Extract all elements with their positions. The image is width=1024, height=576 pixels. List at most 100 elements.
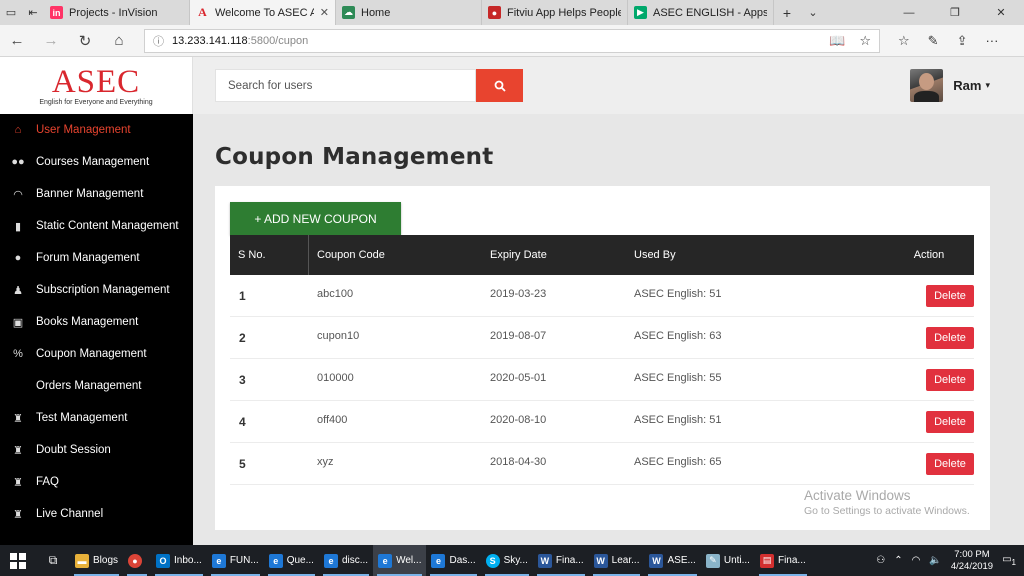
taskbar-item[interactable]: O Inbo... <box>151 545 207 576</box>
taskbar-item-label: ASE... <box>667 555 696 566</box>
notification-icon[interactable]: ▭1 <box>1002 554 1016 567</box>
taskbar-item-active[interactable]: e Wel... <box>373 545 427 576</box>
user-menu[interactable]: Ram ▾ <box>910 69 990 102</box>
restore-icon[interactable]: ❐ <box>932 0 978 25</box>
share-icon[interactable]: ⇪ <box>957 33 968 49</box>
taskbar-item-label: Lear... <box>611 555 640 566</box>
set-aside-tabs-icon[interactable]: ⇤ <box>22 0 44 25</box>
activate-windows-watermark: Activate Windows Go to Settings to activ… <box>804 488 970 517</box>
pen-icon[interactable]: ✎ <box>928 33 939 49</box>
search-input[interactable] <box>215 69 476 102</box>
sidebar-item-label: Static Content Management <box>36 220 179 232</box>
trophy-icon: ♜ <box>13 444 23 457</box>
delete-button[interactable]: Delete <box>926 368 974 391</box>
sidebar-item-orders-management[interactable]: Orders Management <box>0 370 193 402</box>
taskbar-item-label: Blogs <box>93 555 119 566</box>
taskbar-item[interactable]: ▤ Fina... <box>755 545 811 576</box>
tab-title: Home <box>361 6 391 19</box>
sidebar-item-doubt-session[interactable]: ♜ Doubt Session <box>0 434 193 466</box>
cell-sno: 4 <box>239 414 246 429</box>
tab-actions-icon[interactable]: ▭ <box>0 0 22 25</box>
close-tab-icon[interactable]: ✕ <box>320 6 329 19</box>
reading-view-icon[interactable]: 📖 <box>829 33 845 49</box>
column-header-sno: S No. <box>230 235 309 275</box>
tab-list-chevron-icon[interactable]: ⌄ <box>800 0 826 25</box>
sidebar-item-courses-management[interactable]: ●● Courses Management <box>0 146 193 178</box>
address-bar[interactable]: ⓘ 13.233.141.118:5800/cupon 📖 ☆ <box>144 28 880 53</box>
sidebar-item-live-channel[interactable]: ♜ Live Channel <box>0 498 193 530</box>
site-info-icon[interactable]: ⓘ <box>153 33 164 49</box>
delete-button[interactable]: Delete <box>926 326 974 349</box>
sidebar-item-subscription-management[interactable]: ♟ Subscription Management <box>0 274 193 306</box>
delete-button[interactable]: Delete <box>926 410 974 433</box>
taskbar-item[interactable]: W ASE... <box>644 545 700 576</box>
sidebar-item-books-management[interactable]: ▣ Books Management <box>0 306 193 338</box>
sidebar-item-faq[interactable]: ♜ FAQ <box>0 466 193 498</box>
browser-tab[interactable]: ▶ ASEC ENGLISH - Apps on G <box>628 0 774 25</box>
sidebar-item-forum-management[interactable]: ● Forum Management <box>0 242 193 274</box>
forward-icon[interactable]: → <box>34 32 68 49</box>
sidebar-item-label: Forum Management <box>36 252 140 264</box>
cell-coupon-code: 010000 <box>317 372 354 384</box>
new-tab-icon[interactable]: + <box>774 0 800 25</box>
add-new-coupon-button[interactable]: + ADD NEW COUPON <box>230 202 401 235</box>
taskbar-item[interactable]: W Fina... <box>533 545 589 576</box>
sidebar-item-static-content-management[interactable]: ▮ Static Content Management <box>0 210 193 242</box>
users-icon: ●● <box>11 156 25 168</box>
browser-tab-active[interactable]: A Welcome To ASEC Adm ✕ <box>190 0 336 25</box>
coupon-table: S No. Coupon Code Expiry Date Used By Ac… <box>230 235 974 485</box>
windows-start-icon[interactable] <box>0 552 36 569</box>
page-title: Coupon Management <box>215 144 494 170</box>
show-hidden-icons-icon[interactable]: ⌃ <box>894 555 902 566</box>
logo-text: ASEC <box>51 64 141 100</box>
browser-tab[interactable]: ● Fitviu App Helps People to I <box>482 0 628 25</box>
taskbar-item[interactable]: e FUN... <box>207 545 264 576</box>
taskbar-item[interactable]: ▬ Blogs <box>70 545 123 576</box>
sidebar-item-label: Live Channel <box>36 508 104 520</box>
more-icon[interactable]: ··· <box>985 33 998 49</box>
sidebar-item-label: Test Management <box>36 412 128 424</box>
task-view-icon[interactable]: ⧉ <box>36 553 70 568</box>
sidebar-item-coupon-management[interactable]: % Coupon Management <box>0 338 193 370</box>
tab-title: Fitviu App Helps People to I <box>507 6 621 19</box>
wifi-icon[interactable]: ◠ <box>912 555 921 566</box>
people-icon[interactable]: ⚇ <box>876 555 885 566</box>
home-browser-icon[interactable]: ⌂ <box>102 32 136 49</box>
favorite-star-icon[interactable]: ☆ <box>859 33 871 49</box>
sidebar-item-user-management[interactable]: ⌂ User Management <box>0 114 193 146</box>
browser-tab[interactable]: in Projects - InVision <box>44 0 190 25</box>
back-icon[interactable]: ← <box>0 32 34 49</box>
edge-icon: e <box>268 553 283 568</box>
main-content: Coupon Management + ADD NEW COUPON S No.… <box>193 114 1024 545</box>
sidebar-item-label: User Management <box>36 124 131 136</box>
taskbar-item[interactable]: e Das... <box>426 545 480 576</box>
comment-icon: ● <box>14 252 22 264</box>
url-host: 13.233.141.118 <box>172 34 248 47</box>
taskbar-item[interactable]: ✎ Unti... <box>701 545 755 576</box>
sidebar-item-banner-management[interactable]: ◠ Banner Management <box>0 178 193 210</box>
delete-button[interactable]: Delete <box>926 284 974 307</box>
sidebar-item-test-management[interactable]: ♜ Test Management <box>0 402 193 434</box>
sidebar-item-label: FAQ <box>36 476 60 488</box>
taskbar-item-label: disc... <box>341 555 369 566</box>
taskbar-item[interactable]: ● <box>123 545 151 576</box>
clock[interactable]: 7:00 PM 4/24/2019 <box>951 549 993 573</box>
cell-action: Delete <box>884 284 974 307</box>
taskbar-item[interactable]: e disc... <box>319 545 373 576</box>
favorites-icon[interactable]: ☆ <box>898 33 910 49</box>
cell-action: Delete <box>884 368 974 391</box>
person-icon: ♟ <box>13 284 23 297</box>
search-button[interactable] <box>476 69 523 102</box>
delete-button[interactable]: Delete <box>926 452 974 475</box>
word-icon: W <box>537 553 552 568</box>
browser-tab-strip: ▭ ⇤ in Projects - InVision A Welcome To … <box>0 0 1024 25</box>
refresh-icon[interactable]: ↻ <box>68 32 102 50</box>
browser-tab[interactable]: ☁ Home <box>336 0 482 25</box>
minimize-icon[interactable]: — <box>886 0 932 25</box>
taskbar-item[interactable]: W Lear... <box>589 545 645 576</box>
logo[interactable]: ASEC English for Everyone and Everything <box>0 57 193 114</box>
volume-icon[interactable]: 🔈 <box>929 555 941 566</box>
taskbar-item[interactable]: S Sky... <box>481 545 533 576</box>
taskbar-item[interactable]: e Que... <box>264 545 319 576</box>
close-window-icon[interactable]: ✕ <box>978 0 1024 25</box>
